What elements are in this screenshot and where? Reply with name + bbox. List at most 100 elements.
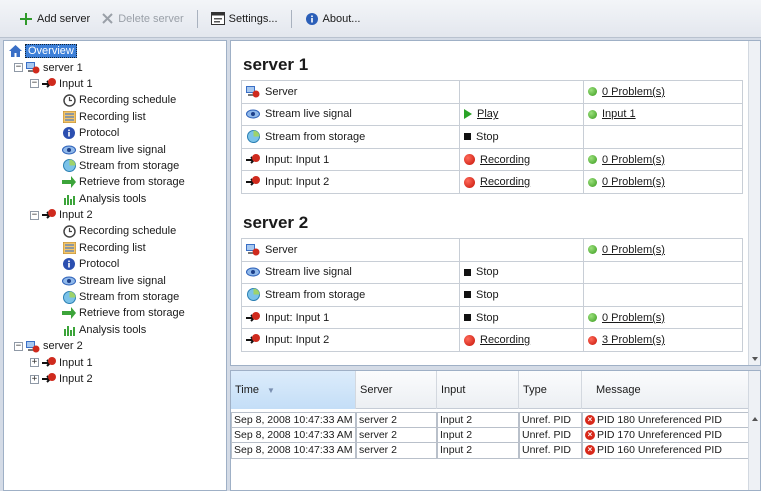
collapse-toggle[interactable]: − — [30, 79, 39, 89]
tree-item-server[interactable]: − server 2 — [4, 338, 226, 354]
problems-link[interactable]: 3 Problem(s) — [602, 334, 665, 346]
problems-link[interactable]: 0 Problem(s) — [602, 176, 665, 188]
column-header-input[interactable]: Input — [437, 371, 519, 409]
stop-label[interactable]: Stop — [476, 312, 499, 324]
eye-icon — [62, 143, 76, 157]
scroll-down-arrow[interactable] — [752, 357, 758, 361]
stop-label[interactable]: Stop — [476, 289, 499, 301]
tree-item-analysis-tools[interactable]: Analysis tools — [4, 322, 226, 338]
overview-panel: server 1 Server 0 Problem(s) Stream live… — [230, 40, 761, 366]
tree-item-recording-schedule[interactable]: Recording schedule — [4, 92, 226, 108]
settings-label: Settings... — [228, 12, 278, 25]
collapse-toggle[interactable]: − — [14, 341, 23, 351]
tree-item-retrieve-from-storage[interactable]: Retrieve from storage — [4, 174, 226, 190]
error-icon: × — [585, 429, 595, 440]
tree-item-stream-from-storage[interactable]: Stream from storage — [4, 158, 226, 174]
column-header-time[interactable]: Time ▼ — [231, 371, 356, 409]
plus-icon — [19, 12, 33, 26]
tree-item-protocol[interactable]: Protocol — [4, 125, 226, 141]
clock-icon — [62, 93, 76, 107]
log-scrollbar[interactable] — [748, 371, 760, 490]
recording-link[interactable]: Recording — [480, 154, 530, 166]
row-name: Server — [265, 243, 298, 256]
server-icon — [246, 243, 260, 257]
delete-icon — [100, 12, 114, 26]
stop-label[interactable]: Stop — [476, 131, 499, 143]
tree-item-analysis-tools[interactable]: Analysis tools — [4, 191, 226, 207]
tree-item-stream-live-signal[interactable]: Stream live signal — [4, 272, 226, 288]
problems-link[interactable]: 0 Problem(s) — [602, 312, 665, 324]
server-title: server 2 — [243, 213, 309, 232]
table-row: Input: Input 1 Recording 0 Problem(s) — [241, 147, 743, 172]
tree-item-recording-list[interactable]: Recording list — [4, 109, 226, 125]
storage-stream-icon — [62, 159, 76, 173]
tree-item-overview[interactable]: Overview — [4, 43, 226, 59]
home-icon — [8, 44, 22, 58]
tree-item-input[interactable]: + Input 1 — [4, 354, 226, 370]
log-row[interactable]: Sep 8, 2008 10:47:33 AM server 2 Input 2… — [231, 443, 750, 459]
row-name: Input: Input 1 — [265, 311, 330, 324]
input-icon — [42, 372, 56, 386]
table-row: Input: Input 2 Recording 3 Problem(s) — [241, 328, 743, 352]
problems-link[interactable]: 0 Problem(s) — [602, 86, 665, 98]
log-server: server 2 — [356, 412, 437, 428]
log-input: Input 2 — [437, 412, 519, 428]
navigation-tree: Overview − server 1 − Input 1 Recording … — [3, 40, 227, 491]
stop-label[interactable]: Stop — [476, 266, 499, 278]
tree-item-server[interactable]: − server 1 — [4, 59, 226, 75]
retrieve-icon — [62, 306, 76, 320]
tree-item-input[interactable]: − Input 2 — [4, 207, 226, 223]
tree-item-stream-live-signal[interactable]: Stream live signal — [4, 141, 226, 157]
log-type: Unref. PID — [519, 412, 582, 428]
tree-item-protocol[interactable]: Protocol — [4, 256, 226, 272]
recording-link[interactable]: Recording — [480, 176, 530, 188]
log-message-cell: × PID 170 Unreferenced PID — [582, 427, 750, 443]
status-ok-icon — [588, 87, 597, 97]
overview-scrollbar[interactable] — [748, 41, 760, 365]
delete-server-button[interactable]: Delete server — [95, 10, 188, 28]
tree-item-input[interactable]: − Input 1 — [4, 76, 226, 92]
tree-item-recording-schedule[interactable]: Recording schedule — [4, 223, 226, 239]
collapse-toggle[interactable]: − — [14, 63, 23, 73]
about-button[interactable]: About... — [300, 10, 366, 28]
info-icon — [305, 12, 319, 26]
tree-item-input[interactable]: + Input 2 — [4, 371, 226, 387]
row-name: Stream from storage — [265, 130, 366, 143]
log-input: Input 2 — [437, 427, 519, 443]
problems-link[interactable]: 0 Problem(s) — [602, 244, 665, 256]
collapse-toggle[interactable]: − — [30, 210, 39, 220]
input-icon — [246, 153, 260, 167]
server-status-table: Server 0 Problem(s) Stream live signal S… — [241, 238, 743, 352]
add-server-button[interactable]: Add server — [14, 10, 95, 28]
expand-toggle[interactable]: + — [30, 358, 39, 368]
row-name: Stream from storage — [265, 288, 366, 301]
recording-link[interactable]: Recording — [480, 334, 530, 346]
event-log-panel: Time ▼ Server Input Type Message Sep 8, … — [230, 370, 761, 491]
play-link[interactable]: Play — [477, 108, 498, 120]
settings-icon — [210, 12, 225, 26]
column-header-type[interactable]: Type — [519, 371, 582, 409]
tree-item-recording-list[interactable]: Recording list — [4, 240, 226, 256]
server-icon — [246, 85, 260, 99]
expand-toggle[interactable]: + — [30, 374, 39, 384]
bar-chart-icon — [62, 323, 76, 337]
tree-item-retrieve-from-storage[interactable]: Retrieve from storage — [4, 305, 226, 321]
log-row[interactable]: Sep 8, 2008 10:47:33 AM server 2 Input 2… — [231, 427, 750, 443]
settings-button[interactable]: Settings... — [206, 10, 283, 28]
recording-list-icon — [62, 110, 76, 124]
scroll-up-arrow[interactable] — [752, 417, 758, 421]
input-link[interactable]: Input 1 — [602, 108, 636, 120]
problems-link[interactable]: 0 Problem(s) — [602, 154, 665, 166]
status-ok-icon — [588, 109, 597, 119]
status-ok-icon — [588, 177, 597, 187]
bar-chart-icon — [62, 192, 76, 206]
stop-icon — [464, 291, 471, 299]
status-ok-icon — [588, 313, 597, 323]
input-icon — [246, 175, 260, 189]
tree-item-stream-from-storage[interactable]: Stream from storage — [4, 289, 226, 305]
log-row[interactable]: Sep 8, 2008 10:47:33 AM server 2 Input 2… — [231, 412, 750, 428]
log-server: server 2 — [356, 443, 437, 459]
input-icon — [42, 208, 56, 222]
column-header-message[interactable]: Message — [582, 371, 750, 409]
column-header-server[interactable]: Server — [356, 371, 437, 409]
